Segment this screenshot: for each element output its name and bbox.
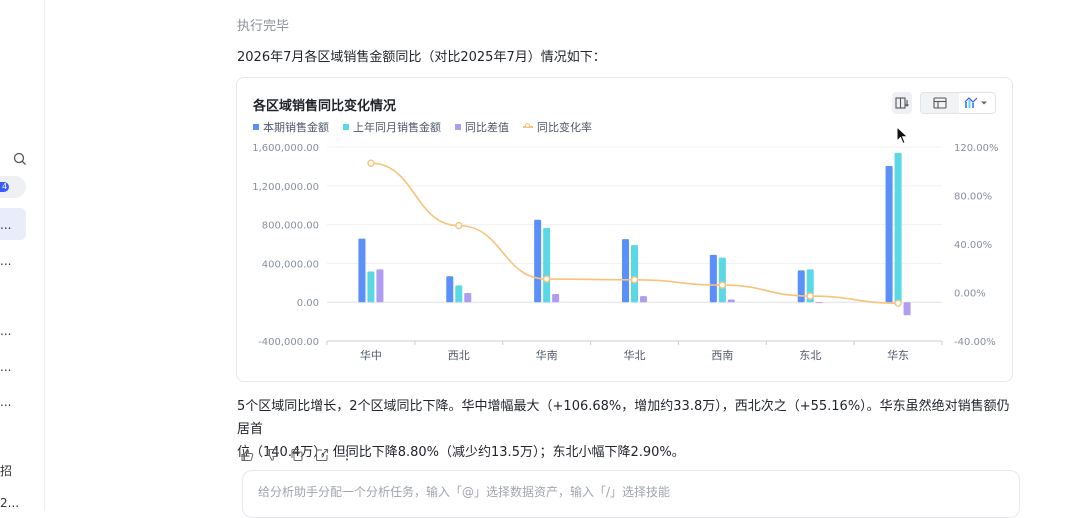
bar [455, 285, 463, 303]
sidebar-item[interactable]: ... [0, 395, 40, 409]
sidebar: 4 ... ... ... ... ... 招 2... [0, 0, 45, 511]
bar [885, 166, 893, 303]
x-tick-label: 西北 [448, 349, 470, 362]
bar [727, 299, 735, 303]
bar [446, 276, 454, 303]
status-text: 执行完毕 [237, 19, 290, 34]
count-badge: 4 [0, 182, 9, 192]
x-tick-label: 东北 [799, 349, 821, 362]
bar [358, 238, 366, 303]
thumbs-down-icon[interactable] [265, 448, 279, 462]
y-left-tick-label: 0.00 [297, 298, 319, 309]
message-actions [240, 448, 354, 462]
bar [534, 219, 542, 303]
summary-line: 位（140.4万），但同比下降8.80%（减少约13.5万）；东北小幅下降2.9… [237, 445, 685, 460]
intro-text: 2026年7月各区域销售金额同比（对比2025年7月）情况如下： [237, 50, 606, 65]
search-icon[interactable] [13, 152, 27, 166]
sidebar-item[interactable]: 招 [0, 464, 40, 478]
line-point [542, 275, 551, 283]
y-right-tick-label: 80.00% [954, 192, 992, 203]
mouse-cursor-icon [896, 126, 909, 145]
bar [640, 296, 647, 303]
sidebar-item-label: ... [0, 218, 12, 232]
sidebar-item[interactable]: 2... [0, 496, 40, 510]
sidebar-item[interactable]: ... [0, 360, 40, 374]
y-right-tick-label: -40.00% [954, 337, 996, 348]
bar [367, 271, 375, 303]
line-point [894, 299, 902, 307]
more-icon[interactable] [340, 448, 354, 462]
bar [894, 152, 902, 303]
bar [376, 269, 384, 303]
line-point [630, 276, 639, 284]
line-point [718, 281, 727, 289]
bar [552, 293, 560, 303]
bar [903, 302, 911, 316]
line-point [455, 221, 463, 230]
x-tick-label: 华中 [360, 348, 382, 362]
bar [709, 254, 717, 303]
y-right-tick-label: 120.00% [954, 143, 999, 154]
y-left-tick-label: 800,000.00 [262, 221, 319, 232]
y-left-tick-label: -400,000.00 [258, 337, 319, 348]
bar [815, 302, 823, 304]
x-tick-label: 华北 [624, 348, 646, 362]
x-tick-label: 西南 [711, 349, 733, 362]
bar [797, 270, 805, 303]
sidebar-item[interactable]: ... [0, 324, 40, 338]
line-point [806, 292, 814, 300]
share-icon[interactable] [315, 448, 329, 462]
thumbs-up-icon[interactable] [240, 448, 254, 462]
bar [631, 245, 638, 303]
copy-icon[interactable] [290, 448, 304, 462]
sidebar-item[interactable]: ... [0, 254, 40, 268]
y-left-tick-label: 400,000.00 [262, 259, 319, 270]
bar [464, 292, 472, 303]
summary-text: 5个区域同比增长，2个区域同比下降。华中增幅最大（+106.68%，增加约33.… [237, 395, 1022, 464]
y-left-tick-label: 1,200,000.00 [252, 182, 319, 193]
x-tick-label: 华东 [887, 348, 909, 362]
y-right-tick-label: 40.00% [954, 240, 992, 251]
y-right-tick-label: 0.00% [954, 289, 986, 300]
summary-line: 5个区域同比增长，2个区域同比下降。华中增幅最大（+106.68%，增加约33.… [237, 399, 1010, 437]
x-tick-label: 华南 [536, 348, 558, 362]
bar [718, 257, 726, 303]
chart-card: 各区域销售同比变化情况 本期销售金额 上年同月销售金额 同比差值 同比变化率 1… [236, 77, 1013, 382]
bar [543, 227, 551, 303]
sidebar-badge-row[interactable]: 4 [0, 176, 26, 198]
bar-line-chart: 1,600,000.00 1,200,000.00 800,000.00 400,00… [252, 143, 999, 362]
y-left-tick-label: 1,600,000.00 [252, 143, 319, 154]
bar [622, 239, 629, 303]
sidebar-item-active[interactable]: ... [0, 208, 26, 240]
composer-placeholder: 给分析助手分配一个分析任务，输入「@」选择数据资产，输入「/」选择技能 [258, 485, 671, 499]
line-point [367, 159, 375, 167]
